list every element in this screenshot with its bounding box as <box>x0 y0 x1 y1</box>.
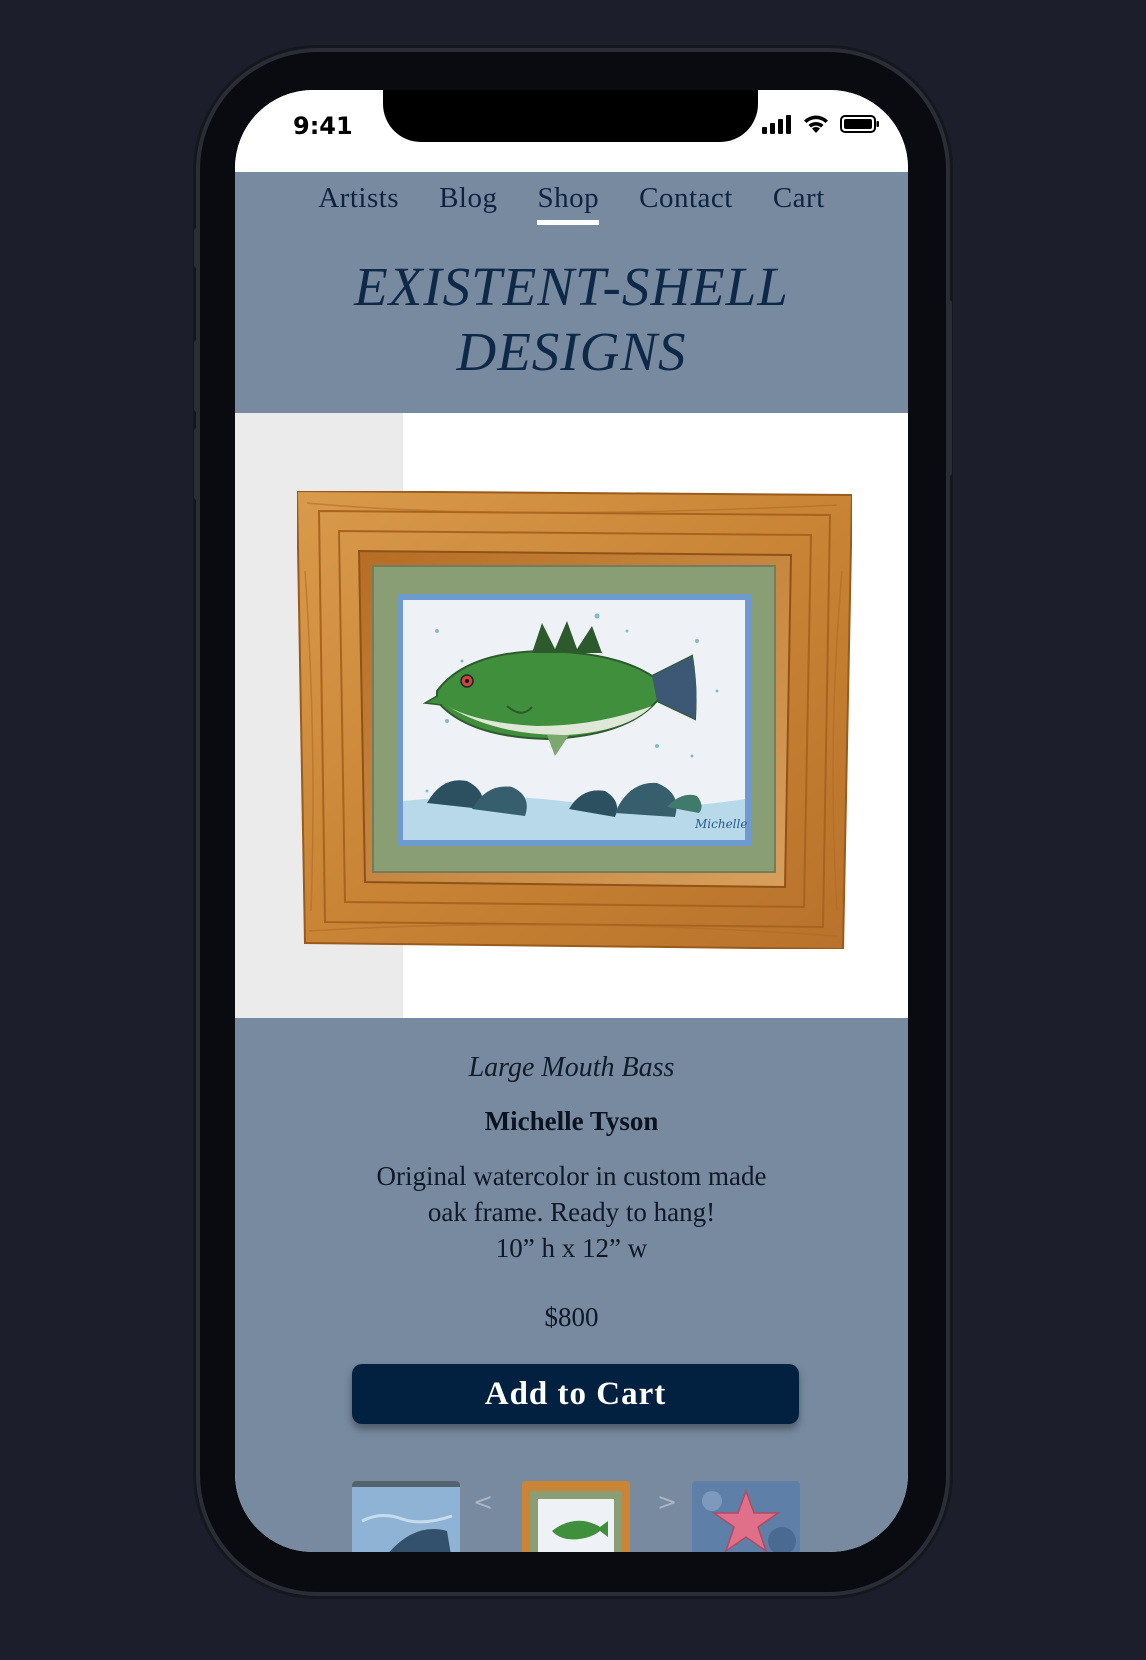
side-button-silent <box>194 228 200 268</box>
side-button-volume-up <box>194 340 200 412</box>
site-brand-title[interactable]: EXISTENT-SHELL DESIGNS <box>235 254 908 384</box>
product-image[interactable]: Michelle <box>297 491 852 949</box>
nav-item-artists[interactable]: Artists <box>318 182 399 223</box>
thumbnail-starfish[interactable] <box>692 1481 800 1552</box>
svg-text:Michelle: Michelle <box>694 817 747 831</box>
battery-icon <box>840 115 879 133</box>
product-image-panel: Michelle <box>235 413 908 1018</box>
site-header: Artists Blog Shop Contact Cart EXISTENT-… <box>235 172 908 413</box>
main-nav: Artists Blog Shop Contact Cart <box>235 182 908 225</box>
brand-line-2: DESIGNS <box>456 321 687 382</box>
description-line-1: Original watercolor in custom made <box>376 1161 767 1191</box>
carousel-prev-arrow[interactable]: < <box>473 1488 493 1516</box>
artist-name[interactable]: Michelle Tyson <box>235 1106 908 1137</box>
product-description: Original watercolor in custom made oak f… <box>235 1158 908 1266</box>
description-line-2: oak frame. Ready to hang! <box>427 1197 716 1227</box>
nav-item-cart[interactable]: Cart <box>773 182 825 223</box>
product-price: $800 <box>544 1302 599 1332</box>
nav-item-contact[interactable]: Contact <box>639 182 733 223</box>
side-button-volume-down <box>194 428 200 500</box>
status-time: 9:41 <box>293 112 353 140</box>
thumbnail-stingray[interactable] <box>352 1481 460 1552</box>
status-icons <box>762 114 880 134</box>
add-to-cart-button[interactable]: Add to Cart <box>352 1364 799 1424</box>
brand-line-1: EXISTENT-SHELL <box>354 256 789 317</box>
product-info: Large Mouth Bass Michelle Tyson Original… <box>235 1018 908 1552</box>
wifi-icon <box>804 115 828 133</box>
camera-notch <box>383 90 758 142</box>
signal-icon <box>762 115 791 134</box>
carousel-next-arrow[interactable]: > <box>657 1488 677 1516</box>
product-dimensions: 10” h x 12” w <box>495 1233 648 1263</box>
nav-item-shop[interactable]: Shop <box>537 182 599 225</box>
artwork-title: Large Mouth Bass <box>468 1052 675 1083</box>
side-button-power <box>946 300 952 476</box>
nav-item-blog[interactable]: Blog <box>439 182 497 223</box>
phone-screen: 9:41 Artists Blog Shop Contact Cart EXIS… <box>235 90 908 1552</box>
thumbnail-bass[interactable] <box>522 1481 630 1552</box>
